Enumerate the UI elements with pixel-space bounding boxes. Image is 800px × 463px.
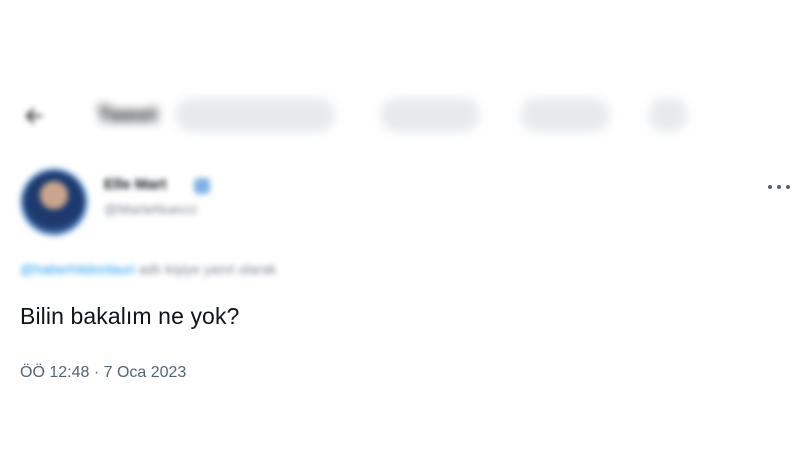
tweet-timestamp[interactable]: ÖÖ 12:48 · 7 Oca 2023 (20, 364, 186, 382)
header-blurred-item (520, 98, 610, 132)
header-blurred-item (175, 98, 335, 132)
page-title: Tweet (97, 102, 158, 127)
tweet-header: Tweet (0, 92, 800, 140)
tweet-text: Bilin bakalım ne yok? (20, 303, 240, 329)
reply-context: @haberhitdonlauri adlı kişiye yanıt olar… (20, 261, 276, 277)
arrow-left-icon[interactable] (22, 104, 46, 128)
reply-mention-link[interactable]: @haberhitdonlauri (20, 261, 135, 277)
reply-suffix: adlı kişiye yanıt olarak (138, 261, 277, 277)
dot (777, 185, 781, 189)
dot (786, 185, 790, 189)
author-handle[interactable]: @MarteNuecci (104, 201, 197, 217)
header-blurred-item (648, 98, 688, 132)
verified-badge-icon (194, 178, 210, 194)
more-options-icon[interactable] (768, 183, 790, 191)
dot (768, 185, 772, 189)
author-name[interactable]: Elle Mart (104, 176, 167, 193)
avatar[interactable] (20, 168, 88, 236)
header-blurred-item (380, 98, 480, 132)
